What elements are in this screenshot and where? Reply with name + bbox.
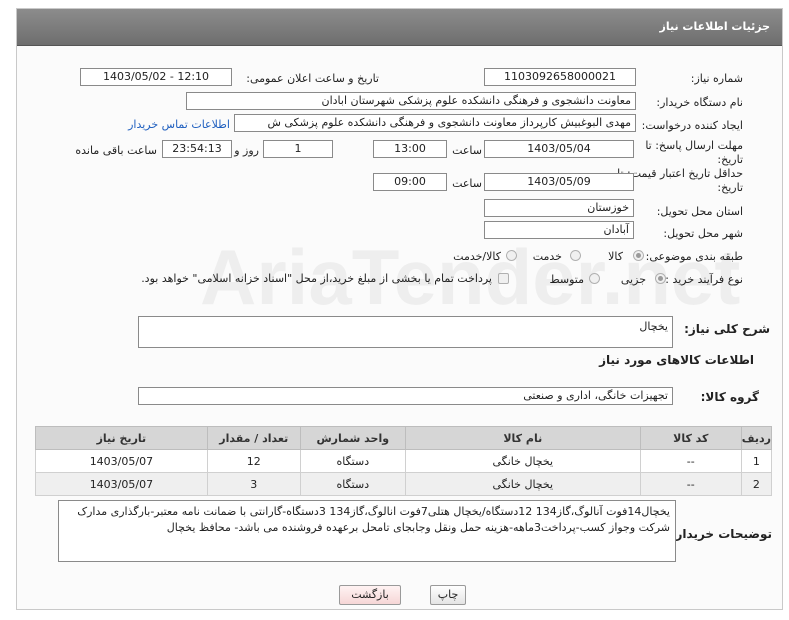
reply-deadline-time: 13:00	[373, 140, 447, 158]
items-table: ردیف کد کالا نام کالا واحد شمارش تعداد /…	[35, 426, 773, 496]
reply-remaining-label: ساعت باقی مانده	[75, 144, 157, 157]
row-number: 1	[740, 449, 773, 473]
buyer-org-label: نام دستگاه خریدار:	[656, 96, 743, 109]
province-field: خوزستان	[484, 199, 634, 217]
col-row-header: ردیف	[740, 426, 773, 450]
category-goods-radio[interactable]	[633, 250, 644, 261]
buyer-notes-label: توضیحات خریدار:	[670, 527, 772, 541]
price-validity-date: 1403/05/09	[484, 173, 634, 191]
table-row: 2 -- یخچال خانگی دستگاه 3 1403/05/07	[35, 472, 773, 496]
summary-field: یخچال	[138, 316, 673, 348]
reply-days-field: 1	[263, 140, 333, 158]
goods-group-label: گروه کالا:	[700, 390, 759, 404]
print-button[interactable]: چاپ	[430, 585, 466, 605]
city-field: آبادان	[484, 221, 634, 239]
col-date-header: تاریخ نیاز	[35, 426, 208, 450]
price-validity-time: 09:00	[373, 173, 447, 191]
category-both-radio[interactable]	[506, 250, 517, 261]
summary-label: شرح کلی نیاز:	[684, 322, 770, 336]
table-row: 1 -- یخچال خانگی دستگاه 12 1403/05/07	[35, 449, 773, 473]
item-name: یخچال خانگی	[404, 472, 641, 496]
purchase-small-text: جزیی	[620, 273, 646, 286]
purchase-medium-radio[interactable]	[589, 273, 600, 284]
buyer-org-field: معاونت دانشجوی و فرهنگی دانشکده علوم پزش…	[186, 92, 636, 110]
back-button[interactable]: بازگشت	[339, 585, 401, 605]
col-qty-header: تعداد / مقدار	[206, 426, 301, 450]
panel-title: جزئیات اطلاعات نیاز	[659, 20, 771, 33]
price-time-label: ساعت	[452, 177, 482, 190]
need-number-field: 1103092658000021	[484, 68, 636, 86]
item-name: یخچال خانگی	[404, 449, 641, 473]
reply-deadline-date: 1403/05/04	[484, 140, 634, 158]
goods-group-field: تجهیزات خانگی، اداری و صنعتی	[138, 387, 673, 405]
announce-datetime-field: 1403/05/02 - 12:10	[80, 68, 232, 86]
category-both-text: کالا/خدمت	[453, 250, 501, 263]
col-code-header: کد کالا	[639, 426, 742, 450]
item-date: 1403/05/07	[35, 472, 208, 496]
category-service-radio[interactable]	[570, 250, 581, 261]
row-number: 2	[740, 472, 773, 496]
item-qty: 3	[206, 472, 301, 496]
category-label: طبقه بندی موضوعی:	[645, 250, 743, 263]
reply-time-label: ساعت	[452, 144, 482, 157]
item-unit: دستگاه	[299, 449, 406, 473]
category-service-text: خدمت	[532, 250, 562, 263]
requester-label: ایجاد کننده درخواست:	[641, 119, 743, 132]
item-code: --	[639, 472, 742, 496]
announce-datetime-label: تاریخ و ساعت اعلان عمومی:	[246, 72, 379, 85]
col-name-header: نام کالا	[404, 426, 641, 450]
purchase-small-radio[interactable]	[655, 273, 666, 284]
item-code: --	[639, 449, 742, 473]
col-unit-header: واحد شمارش	[299, 426, 406, 450]
treasury-checkbox[interactable]	[498, 273, 509, 284]
requester-field: مهدی البوغبیش کارپرداز معاونت دانشجوی و …	[234, 114, 636, 132]
table-header-row: ردیف کد کالا نام کالا واحد شمارش تعداد /…	[35, 426, 773, 450]
goods-section-title: اطلاعات کالاهای مورد نیاز	[599, 353, 754, 367]
reply-days-label: روز و	[234, 144, 259, 157]
item-qty: 12	[206, 449, 301, 473]
category-goods-text: کالا	[608, 250, 623, 263]
buyer-notes-field: یخچال14فوت آنالوگ،گاز134 12دستگاه/یخچال …	[58, 500, 676, 562]
purchase-type-label: نوع فرآیند خرید :	[665, 273, 743, 286]
item-unit: دستگاه	[299, 472, 406, 496]
buyer-contact-link[interactable]: اطلاعات تماس خریدار	[128, 118, 230, 131]
panel-header: جزئیات اطلاعات نیاز	[17, 9, 782, 46]
need-number-label: شماره نیاز:	[690, 72, 743, 85]
reply-remaining-field: 23:54:13	[162, 140, 232, 158]
purchase-medium-text: متوسط	[549, 273, 584, 286]
reply-deadline-label: مهلت ارسال پاسخ: تا تاریخ:	[645, 139, 743, 166]
treasury-note: پرداخت تمام یا بخشی از مبلغ خرید،از محل …	[141, 272, 492, 285]
item-date: 1403/05/07	[35, 449, 208, 473]
city-label: شهر محل تحویل:	[663, 227, 743, 240]
province-label: استان محل تحویل:	[656, 205, 743, 218]
